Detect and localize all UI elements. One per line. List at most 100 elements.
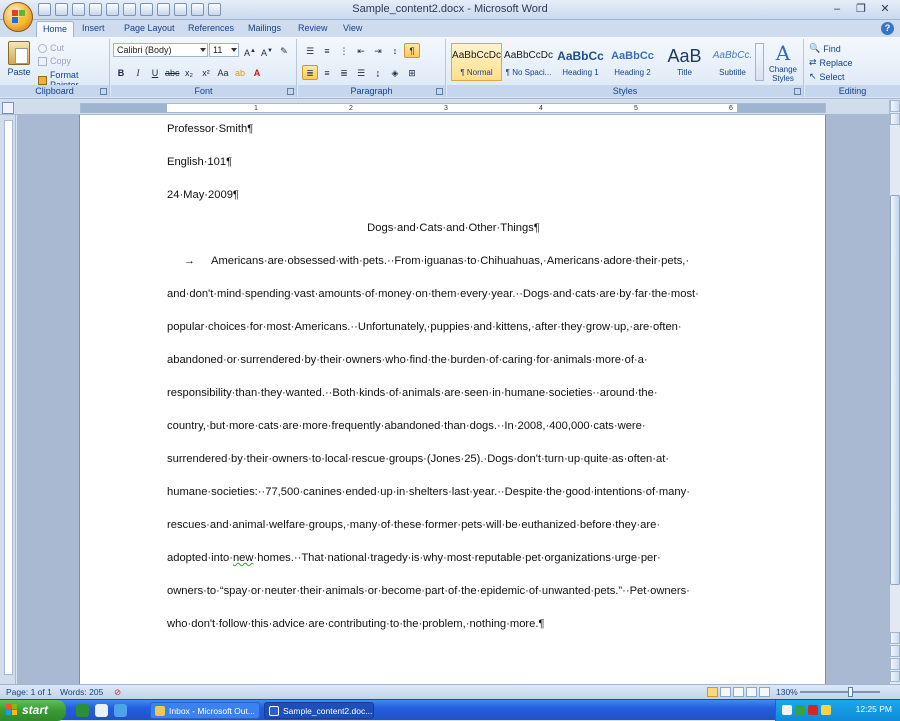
font-family-select[interactable]: Calibri (Body) xyxy=(113,43,208,57)
increase-indent-icon[interactable]: ⇥ xyxy=(370,43,386,58)
bullets-icon[interactable]: ☰ xyxy=(302,43,318,58)
borders-icon[interactable]: ⊞ xyxy=(404,65,420,80)
ruler-toggle-icon[interactable] xyxy=(890,100,900,112)
align-center-icon[interactable]: ≡ xyxy=(319,65,335,80)
justify-icon[interactable]: ☰ xyxy=(353,65,369,80)
superscript-button[interactable]: x² xyxy=(198,65,214,80)
tab-mailings[interactable]: Mailings xyxy=(242,21,287,37)
line-spacing-icon[interactable]: ↨ xyxy=(370,65,386,80)
style-subtitle[interactable]: AaBbCc. Subtitle xyxy=(707,43,758,81)
tab-review[interactable]: Review xyxy=(292,21,334,37)
vertical-ruler[interactable] xyxy=(0,115,16,684)
change-styles-button[interactable]: A Change Styles xyxy=(767,41,799,83)
start-button[interactable]: start xyxy=(0,700,66,721)
align-right-icon[interactable]: ≣ xyxy=(336,65,352,80)
numbering-icon[interactable]: ≡ xyxy=(319,43,335,58)
volume-icon[interactable] xyxy=(821,705,831,715)
font-launcher-icon[interactable] xyxy=(287,88,294,95)
ruler-strip[interactable]: 1 2 3 4 5 6 xyxy=(80,103,826,113)
tab-view[interactable]: View xyxy=(337,21,368,37)
strikethrough-button[interactable]: abc xyxy=(164,65,180,80)
security-icon[interactable] xyxy=(795,705,805,715)
tab-page-layout[interactable]: Page Layout xyxy=(118,21,181,37)
taskbar-item-word[interactable]: Sample_content2.doc... xyxy=(264,702,374,719)
page[interactable]: Professor·Smith¶ English·101¶ 24·May·200… xyxy=(79,115,826,684)
font-color-icon[interactable]: A xyxy=(249,65,265,80)
style-no-spacing[interactable]: AaBbCcDc ¶ No Spaci... xyxy=(503,43,554,81)
doc-line[interactable]: humane·societies:··77,500·canines·ended·… xyxy=(167,486,690,498)
style-normal[interactable]: AaBbCcDc ¶ Normal xyxy=(451,43,502,81)
font-size-select[interactable]: 11 xyxy=(209,43,239,57)
doc-line[interactable]: country,·but·more·cats·are·more·frequent… xyxy=(167,420,646,432)
next-page-icon[interactable] xyxy=(890,671,900,682)
find-button[interactable]: 🔍 Find xyxy=(809,43,841,54)
document-area[interactable]: Professor·Smith¶ English·101¶ 24·May·200… xyxy=(17,115,889,684)
scroll-down-icon[interactable] xyxy=(890,632,900,644)
quick-launch-app-icon[interactable] xyxy=(76,704,89,717)
clear-formatting-icon[interactable]: ✎ xyxy=(276,43,292,58)
decrease-indent-icon[interactable]: ⇤ xyxy=(353,43,369,58)
document-title[interactable]: Dogs·and·Cats·and·Other·Things¶ xyxy=(80,222,827,234)
maximize-button[interactable]: ❐ xyxy=(850,2,872,17)
underline-button[interactable]: U xyxy=(147,65,163,80)
taskbar-item-outlook[interactable]: Inbox - Microsoft Out... xyxy=(150,702,260,719)
grammar-flagged-word[interactable]: new xyxy=(233,552,254,564)
style-heading-1[interactable]: AaBbCc Heading 1 xyxy=(555,43,606,81)
help-icon[interactable]: ? xyxy=(881,22,894,35)
paste-button[interactable]: Paste xyxy=(6,41,32,77)
page-count[interactable]: Page: 1 of 1 xyxy=(6,687,52,697)
replace-button[interactable]: ⇄ Replace xyxy=(809,57,853,68)
styles-gallery-scroll[interactable] xyxy=(755,43,764,81)
clipboard-launcher-icon[interactable] xyxy=(100,88,107,95)
outline-icon[interactable] xyxy=(746,687,757,697)
tab-home[interactable]: Home xyxy=(36,21,75,37)
vertical-scrollbar[interactable] xyxy=(889,100,900,684)
bold-button[interactable]: B xyxy=(113,65,129,80)
proofing-icon[interactable]: ⊘ xyxy=(114,687,121,698)
show-hide-marks-icon[interactable]: ¶ xyxy=(404,43,420,58)
network-icon[interactable] xyxy=(782,705,792,715)
multilevel-list-icon[interactable]: ⋮ xyxy=(336,43,352,58)
shrink-font-icon[interactable]: A▼ xyxy=(259,43,275,58)
media-icon[interactable] xyxy=(114,704,127,717)
doc-line[interactable]: and·don't·mind·spending·vast·amounts·of·… xyxy=(167,288,699,300)
draft-icon[interactable] xyxy=(759,687,770,697)
print-layout-icon[interactable] xyxy=(707,687,718,697)
styles-launcher-icon[interactable] xyxy=(794,88,801,95)
clock[interactable]: 12:25 PM xyxy=(856,704,892,714)
copy-button[interactable]: Copy xyxy=(38,56,71,66)
doc-line[interactable]: who·don't·follow·this·advice·are·contrib… xyxy=(167,618,545,630)
doc-line[interactable]: English·101¶ xyxy=(167,156,232,168)
full-screen-reading-icon[interactable] xyxy=(720,687,731,697)
tab-selector-icon[interactable] xyxy=(2,102,14,114)
zoom-slider[interactable] xyxy=(800,687,880,697)
grow-font-icon[interactable]: A▲ xyxy=(242,43,258,58)
previous-page-icon[interactable] xyxy=(890,645,900,657)
word-count[interactable]: Words: 205 xyxy=(60,687,103,697)
antivirus-icon[interactable] xyxy=(808,705,818,715)
italic-button[interactable]: I xyxy=(130,65,146,80)
tab-references[interactable]: References xyxy=(182,21,240,37)
doc-line[interactable]: adopted·into·new·homes.··That·national·t… xyxy=(167,552,661,564)
scroll-thumb[interactable] xyxy=(890,195,900,585)
cut-button[interactable]: Cut xyxy=(38,43,64,53)
browser-icon[interactable] xyxy=(95,704,108,717)
doc-line[interactable]: Americans·are·obsessed·with·pets.··From·… xyxy=(211,255,689,267)
office-button[interactable] xyxy=(3,2,33,32)
align-left-icon[interactable]: ≣ xyxy=(302,65,318,80)
tab-insert[interactable]: Insert xyxy=(76,21,111,37)
zoom-knob[interactable] xyxy=(848,687,853,697)
select-button[interactable]: ↖ Select xyxy=(809,71,845,82)
sort-icon[interactable]: ↕ xyxy=(387,43,403,58)
scroll-up-icon[interactable] xyxy=(890,113,900,125)
browse-object-icon[interactable] xyxy=(890,658,900,670)
close-button[interactable]: ✕ xyxy=(874,2,896,17)
doc-line[interactable]: abandoned·or·surrendered·by·their·owners… xyxy=(167,354,648,366)
zoom-level[interactable]: 130% xyxy=(776,687,798,697)
minimize-button[interactable]: – xyxy=(826,2,848,17)
style-heading-2[interactable]: AaBbCc Heading 2 xyxy=(607,43,658,81)
shading-icon[interactable]: ◈ xyxy=(387,65,403,80)
web-layout-icon[interactable] xyxy=(733,687,744,697)
doc-line[interactable]: rescues·and·animal·welfare·groups,·many·… xyxy=(167,519,660,531)
doc-line[interactable]: responsibility·than·they·wanted.··Both·k… xyxy=(167,387,658,399)
